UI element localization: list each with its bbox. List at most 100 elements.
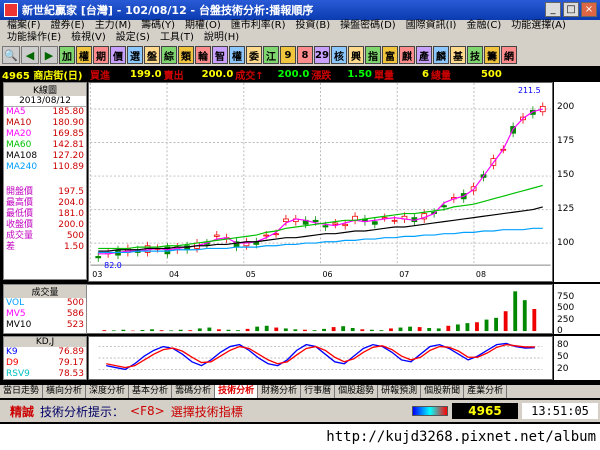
quote-bar: 4965 商店街(日) 買進 199.0 賣出 200.0 成交↑ 200.0 …: [0, 67, 600, 82]
volume-row: MV5 586: [4, 309, 86, 320]
volume-bar: [217, 329, 221, 332]
tab-3[interactable]: 基本分析: [129, 385, 173, 398]
candle-body: [441, 205, 447, 208]
toolbar-button-9[interactable]: 智: [212, 46, 228, 64]
maximize-button[interactable]: □: [563, 2, 579, 17]
window-title: 新世紀贏家 [台灣] - 102/08/12 - 台盤技術分析:播報順序: [22, 4, 314, 17]
tab-4[interactable]: 籌碼分析: [172, 385, 216, 398]
price-row: 收盤價 200.0: [4, 220, 86, 231]
tab-7[interactable]: 行事曆: [301, 385, 336, 398]
menu-item-8[interactable]: 國際資訊(I): [401, 20, 462, 32]
menu-item-7[interactable]: 操盤密碼(D): [335, 20, 401, 32]
status-action[interactable]: 選擇技術指標: [165, 403, 243, 420]
ma-value: 127.20: [52, 151, 85, 161]
toolbar-button-5[interactable]: 盤: [144, 46, 160, 64]
toolbar-button-18[interactable]: 指: [365, 46, 381, 64]
toolbar-button-24[interactable]: 技: [467, 46, 483, 64]
toolbar-button-22[interactable]: 麟: [433, 46, 449, 64]
menu-item-14[interactable]: 工具(T): [155, 32, 199, 44]
toolbar-button-19[interactable]: 富: [382, 46, 398, 64]
tab-5[interactable]: 技術分析: [215, 385, 259, 398]
forward-icon[interactable]: ▶: [40, 46, 58, 64]
low-price-annotation: 82.0: [104, 261, 122, 270]
toolbar-button-16[interactable]: 核: [331, 46, 347, 64]
volume-bar: [178, 329, 183, 332]
tab-1[interactable]: 橫向分析: [43, 385, 87, 398]
kd-label: RSV9: [6, 369, 30, 379]
toolbar-button-3[interactable]: 價: [110, 46, 126, 64]
menu-item-13[interactable]: 設定(S): [111, 32, 155, 44]
toolbar-button-2[interactable]: 期: [93, 46, 109, 64]
menu-item-9[interactable]: 金融(C): [461, 20, 506, 32]
toolbar-button-7[interactable]: 類: [178, 46, 194, 64]
price-value: 500: [66, 231, 84, 241]
close-button[interactable]: ×: [581, 2, 597, 17]
menu-item-6[interactable]: 投資(B): [291, 20, 336, 32]
status-time: 13:51:05: [522, 403, 598, 419]
status-key: <F8>: [130, 404, 165, 418]
menu-item-10[interactable]: 功能選擇(A): [506, 20, 571, 32]
tab-9[interactable]: 研報預測: [378, 385, 422, 398]
analysis-tabs: 當日走勢 橫向分析 深度分析 基本分析 籌碼分析 技術分析 財務分析 行事曆 個股趨勢 研報預測個…: [0, 385, 600, 398]
kd-legend: KD,J K9 76.89 D9 79.17 RSV9 78.53: [3, 336, 87, 380]
volume-bar: [503, 311, 508, 332]
ma-value: 185.80: [52, 107, 85, 117]
toolbar-button-4[interactable]: 選: [127, 46, 143, 64]
toolbar-button-1[interactable]: 權: [76, 46, 92, 64]
toolbar-button-13[interactable]: 9: [280, 46, 296, 64]
tab-2[interactable]: 深度分析: [86, 385, 130, 398]
search-icon[interactable]: 🔍: [2, 46, 20, 64]
volume-bar: [255, 326, 260, 332]
kd-value: 79.17: [58, 358, 84, 368]
tab-0[interactable]: 當日走勢: [0, 385, 44, 398]
candlestick-chart[interactable]: 03 04 05 06 07 08 211.5 82.0: [88, 82, 553, 282]
toolbar-button-0[interactable]: 加: [59, 46, 75, 64]
x-tick-label: 05: [246, 270, 256, 279]
volume-bar: [274, 327, 279, 332]
toolbar-button-15[interactable]: 29: [314, 46, 330, 64]
toolbar-button-20[interactable]: 麒: [399, 46, 415, 64]
volume-value: 523: [66, 320, 84, 330]
toolbar-button-14[interactable]: 8: [297, 46, 313, 64]
y-tick-label: 175: [557, 136, 575, 147]
volume-bar: [408, 326, 412, 332]
color-swatch: [412, 406, 448, 416]
toolbar-button-21[interactable]: 產: [416, 46, 432, 64]
menu-item-15[interactable]: 說明(H): [199, 32, 244, 44]
toolbar-button-10[interactable]: 權: [229, 46, 245, 64]
ma-label: MA108: [6, 151, 38, 161]
toolbar-button-11[interactable]: 委: [246, 46, 262, 64]
candle-body: [95, 256, 102, 259]
volume-bar: [522, 300, 527, 332]
kd-chart[interactable]: [88, 336, 553, 380]
minimize-button[interactable]: _: [545, 2, 561, 17]
back-icon[interactable]: ◀: [21, 46, 39, 64]
volume-bar: [159, 330, 164, 332]
toolbar-button-23[interactable]: 基: [450, 46, 466, 64]
toolbar-button-12[interactable]: 江: [263, 46, 279, 64]
menu-item-5[interactable]: 匯市利率(R): [226, 20, 291, 32]
menu-item-3[interactable]: 籌碼(Y): [136, 20, 180, 32]
volume-bar: [341, 326, 346, 332]
menu-item-0[interactable]: 檔案(F): [2, 20, 46, 32]
tab-10[interactable]: 個股新聞: [421, 385, 465, 398]
kd-row: RSV9 78.53: [4, 369, 86, 380]
deal-value: 200.0: [277, 68, 310, 80]
tab-8[interactable]: 個股趨勢: [335, 385, 379, 398]
volume-bar: [484, 319, 489, 332]
toolbar-button-26[interactable]: 網: [501, 46, 517, 64]
menu-item-12[interactable]: 檢視(V): [66, 32, 111, 44]
menu-item-2[interactable]: 主力(M): [90, 20, 136, 32]
toolbar-button-25[interactable]: 籌: [484, 46, 500, 64]
status-code[interactable]: 4965: [452, 403, 518, 419]
menu-item-4[interactable]: 期權(O): [180, 20, 226, 32]
toolbar-button-8[interactable]: 輪: [195, 46, 211, 64]
app-icon: [4, 3, 18, 17]
menu-item-1[interactable]: 證券(E): [46, 20, 90, 32]
volume-bar: [140, 329, 145, 332]
tab-6[interactable]: 財務分析: [258, 385, 302, 398]
tab-11[interactable]: 產業分析: [464, 385, 508, 398]
toolbar-button-17[interactable]: 興: [348, 46, 364, 64]
toolbar-button-6[interactable]: 綜: [161, 46, 177, 64]
menu-item-11[interactable]: 功能操作(E): [2, 32, 66, 44]
